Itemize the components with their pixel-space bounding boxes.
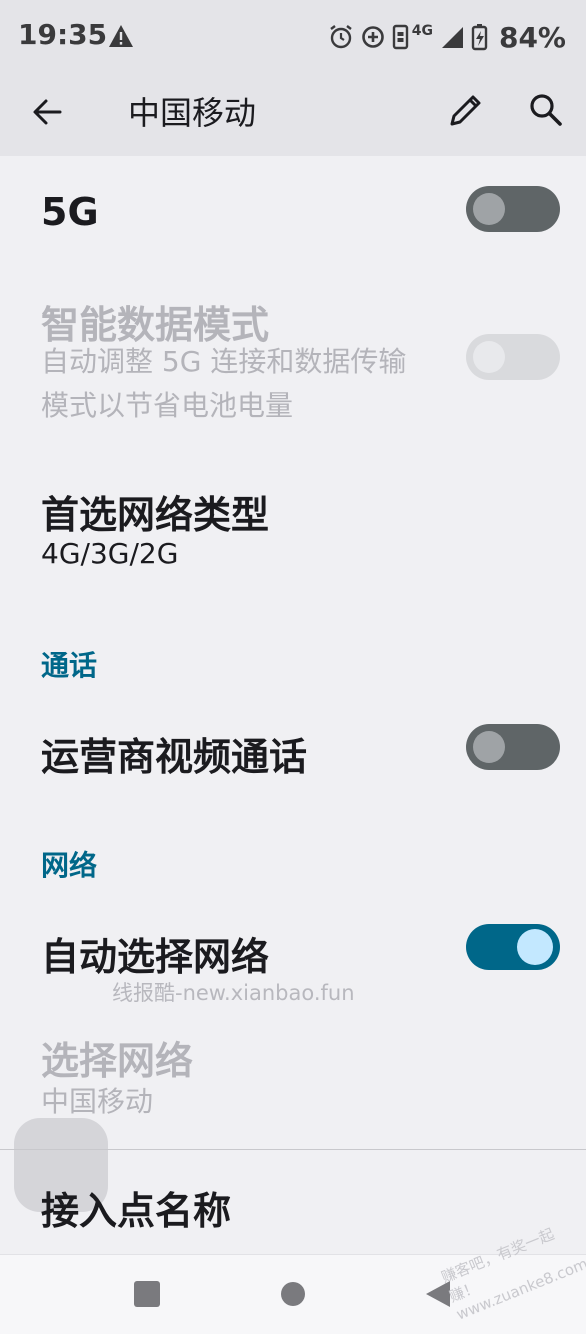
battery-charging-icon <box>471 24 488 51</box>
recents-icon[interactable] <box>134 1281 160 1307</box>
setting-choose-network: 选择网络 中国移动 <box>0 1020 586 1130</box>
toggle-smart-data-switch <box>466 334 560 380</box>
switch-thumb <box>473 193 505 225</box>
video-calling-title: 运营商视频通话 <box>41 735 308 779</box>
setting-apn[interactable]: 接入点名称 <box>0 1160 586 1250</box>
toggle-auto-select-switch[interactable] <box>466 924 560 970</box>
preferred-network-value: 4G/3G/2G <box>41 537 179 570</box>
setting-5g-title: 5G <box>41 190 99 234</box>
toggle-5g-switch[interactable] <box>466 186 560 232</box>
search-icon[interactable] <box>524 88 568 132</box>
network-type-label: 4G <box>411 23 433 39</box>
pencil-icon[interactable] <box>444 88 488 132</box>
section-header-calls: 通话 <box>41 649 98 682</box>
section-header-network: 网络 <box>41 849 98 882</box>
alarm-icon <box>330 25 352 49</box>
setting-video-calling[interactable]: 运营商视频通话 <box>0 700 586 796</box>
smart-data-subtitle-line2: 模式以节省电池电量 <box>41 389 294 422</box>
switch-thumb <box>473 341 505 373</box>
switch-thumb <box>517 929 553 965</box>
signal-icon <box>441 27 463 48</box>
smart-data-subtitle-line1: 自动调整 5G 连接和数据传输 <box>41 345 407 378</box>
arrow-back-icon[interactable] <box>26 90 70 134</box>
page-title: 中国移动 <box>128 94 257 132</box>
choose-network-title: 选择网络 <box>41 1039 194 1083</box>
home-icon[interactable] <box>281 1282 305 1306</box>
data-saver-icon <box>361 26 384 48</box>
setting-5g[interactable]: 5G <box>0 160 586 260</box>
battery-percent: 84% <box>498 20 566 54</box>
apn-title: 接入点名称 <box>41 1189 232 1233</box>
sim-icon <box>392 24 408 50</box>
status-bar: 19:35 4G 84% <box>0 0 586 72</box>
status-icons: 4G 84% <box>328 20 566 54</box>
preferred-network-title: 首选网络类型 <box>41 493 270 537</box>
watermark-text: 线报酷-new.xianbao.fun <box>112 981 355 1005</box>
warning-icon <box>109 25 133 47</box>
app-bar: 中国移动 <box>0 72 586 156</box>
status-time: 19:35 <box>18 18 108 51</box>
toggle-video-calling-switch[interactable] <box>466 724 560 770</box>
setting-preferred-network-type[interactable]: 首选网络类型 4G/3G/2G <box>0 470 586 590</box>
divider <box>0 1149 586 1150</box>
setting-smart-data-mode: 智能数据模式 自动调整 5G 连接和数据传输 模式以节省电池电量 <box>0 280 586 440</box>
auto-select-title: 自动选择网络 <box>41 935 270 979</box>
switch-thumb <box>473 731 505 763</box>
